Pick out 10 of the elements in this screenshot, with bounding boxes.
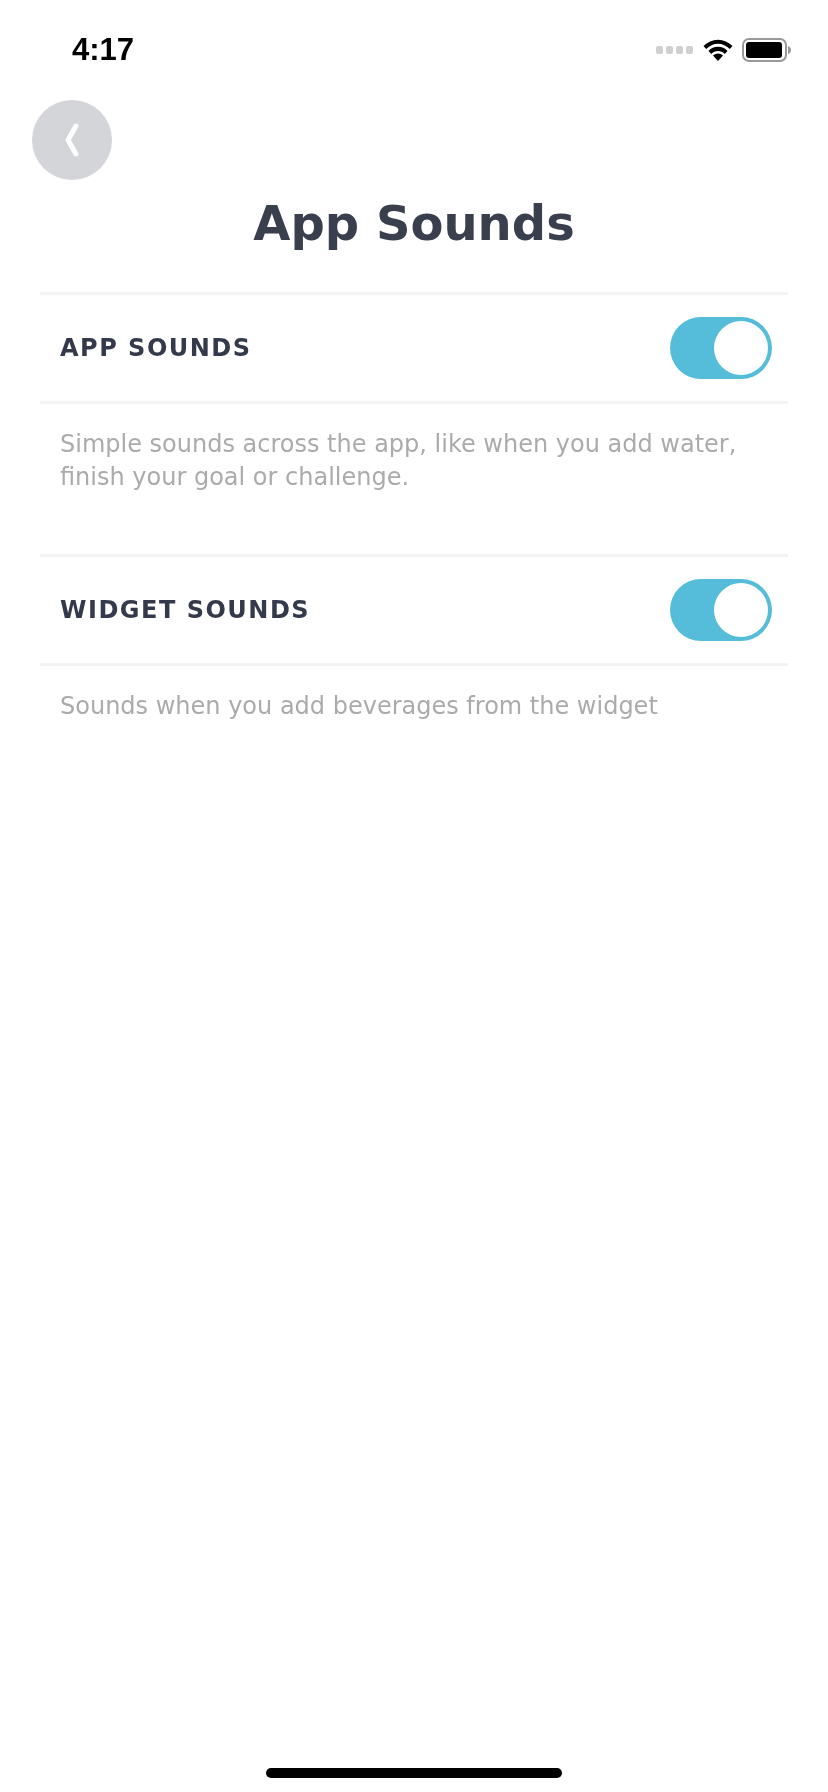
battery-icon	[742, 38, 792, 62]
signal-icon	[656, 45, 694, 55]
wifi-icon	[702, 38, 734, 62]
setting-description: Simple sounds across the app, like when you add water, finish your goal or challenge.	[59, 429, 738, 493]
setting-label: WIDGET SOUNDS	[60, 596, 311, 624]
page-title: App Sounds	[252, 194, 576, 253]
setting-label: APP SOUNDS	[60, 334, 252, 362]
status-time: 4:17	[72, 32, 135, 68]
chevron-left-icon	[64, 123, 80, 157]
setting-description: Sounds when you add beverages from the widget	[59, 691, 659, 722]
